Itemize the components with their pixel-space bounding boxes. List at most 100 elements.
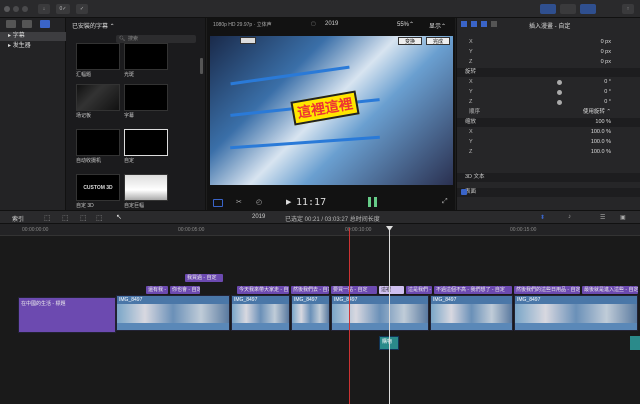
transform-button[interactable]: 变换 (398, 37, 422, 45)
minimize-window-button[interactable] (13, 6, 19, 12)
param-value[interactable]: 使用旋转 ⌃ (583, 108, 611, 117)
inspector-param-row[interactable]: Z 0 ° (457, 98, 640, 107)
library-icon[interactable] (6, 20, 16, 28)
title-thumb-6[interactable] (124, 129, 168, 156)
inspector-toggle-button[interactable] (580, 4, 596, 14)
inspector-param-row[interactable]: Y 0 px (457, 48, 640, 57)
photos-icon[interactable] (22, 20, 32, 28)
video-clip[interactable]: IMG_8497 (331, 295, 429, 331)
clip-appearance-icon[interactable]: ☰ (600, 214, 605, 221)
param-value[interactable]: 0 px (601, 38, 611, 47)
close-window-button[interactable] (4, 6, 10, 12)
param-value[interactable]: 0 ° (604, 88, 611, 97)
param-value[interactable]: 100.0 % (591, 138, 611, 147)
purple-title-clip[interactable]: 在中國的生活 - 標題 (18, 297, 116, 333)
inspector-param-row[interactable]: Z 0 px (457, 58, 640, 67)
browser-scrollbar[interactable] (200, 58, 203, 74)
effects-browser-icon[interactable]: ▣ (620, 214, 626, 221)
title-thumb-4[interactable] (124, 84, 168, 111)
zoom-dropdown[interactable]: 55%⌃ (397, 21, 414, 28)
title-clip-selected[interactable]: 這裡 (379, 286, 404, 294)
param-value[interactable]: 0 ° (604, 78, 611, 87)
playhead[interactable] (389, 228, 390, 404)
transform-tool-icon[interactable] (213, 199, 223, 207)
param-value[interactable]: 0 px (601, 58, 611, 67)
title-thumb-5[interactable] (76, 129, 120, 156)
info-inspector-icon[interactable] (491, 21, 497, 27)
video-clip[interactable]: IMG_8497 (514, 295, 638, 331)
video-clip[interactable]: IMG_8497 (291, 295, 330, 331)
video-clip[interactable]: IMG_8497 (116, 295, 230, 331)
clip-append-icon[interactable]: ⬚ (80, 214, 87, 222)
inspector-param-row[interactable]: Z 100.0 % (457, 148, 640, 157)
title-thumb-1[interactable] (76, 43, 120, 70)
title-clip[interactable]: 今天我來帶大家走 - 自定 (237, 286, 289, 294)
inspector-param-row[interactable]: X 0 ° (457, 78, 640, 87)
title-thumb-2[interactable] (124, 43, 168, 70)
caption-text[interactable]: 這裡這裡 (290, 90, 360, 126)
title-clip[interactable]: 要買一點 - 自定 (331, 286, 377, 294)
video-clip[interactable]: IMG_8497 (430, 295, 513, 331)
fullscreen-icon[interactable]: ⤢ (442, 198, 448, 206)
title-clip[interactable]: 不過這個不高 - 我們想了 - 自定 (434, 286, 512, 294)
param-value[interactable]: 100 % (595, 118, 611, 127)
keyword-button[interactable]: 0✓ (56, 4, 70, 14)
sidebar-item-generators[interactable]: ▸ 发生器 (0, 42, 66, 51)
onscreen-control[interactable] (240, 37, 256, 44)
title-clip[interactable]: 你也會 - 自定 (170, 286, 200, 294)
skimming-icon[interactable]: ⬍ (540, 214, 545, 221)
title-clip[interactable]: 我買過 - 自定 (185, 274, 223, 282)
section-3d-text[interactable]: 3D 文本 (457, 173, 640, 182)
done-button[interactable]: 完成 (426, 37, 450, 45)
inspector-param-row[interactable]: X 0 px (457, 38, 640, 47)
inspector-section-row[interactable]: 旋转 (457, 68, 640, 77)
index-button[interactable]: 索引 (12, 214, 24, 223)
video-inspector-icon[interactable] (481, 21, 487, 27)
param-value[interactable]: 0 px (601, 48, 611, 57)
title-clip[interactable]: 然後我們去 - 自定 (291, 286, 329, 294)
background-tasks-button[interactable]: ✓ (76, 4, 88, 14)
inspector-param-row[interactable]: Y 0 ° (457, 88, 640, 97)
speed-tool-icon[interactable]: ◴ (256, 198, 262, 206)
sidebar-item-titles[interactable]: ▸ 字幕 (0, 32, 66, 41)
clip-insert-icon[interactable]: ⬚ (62, 214, 69, 222)
param-value[interactable]: 100.0 % (591, 148, 611, 157)
inspector-param-row[interactable]: 顺序 使用旋转 ⌃ (457, 108, 640, 117)
inspector-param-row[interactable]: X 100.0 % (457, 128, 640, 137)
text-inspector-icon[interactable] (471, 21, 477, 27)
timeline-ruler[interactable]: 00:00:00:00 00:00:05:00 00:00:10:00 00:0… (0, 224, 640, 236)
title-thumb-8[interactable] (124, 174, 168, 201)
timeline-toggle-button[interactable] (560, 4, 576, 14)
browser-title[interactable]: 已安裝的字幕 ⌃ (72, 21, 115, 30)
inspector-param-row[interactable]: Y 100.0 % (457, 138, 640, 147)
connected-clip-edge[interactable] (630, 336, 640, 350)
title-clip[interactable]: 最後就是進入這些 - 自定 (582, 286, 638, 294)
zoom-window-button[interactable] (22, 6, 28, 12)
title-thumb-3[interactable] (76, 84, 120, 111)
section-face[interactable]: 表面 (457, 188, 640, 197)
timecode-display[interactable]: 11:17 (296, 197, 326, 208)
share-icon[interactable]: ↑ (622, 4, 634, 14)
play-button[interactable]: ▶ (286, 198, 291, 206)
video-clip[interactable]: IMG_8497 (231, 295, 290, 331)
param-value[interactable]: 0 ° (604, 98, 611, 107)
title-clip[interactable]: 然後我們的這些日用品 - 自定 (514, 286, 580, 294)
clip-connect-icon[interactable]: ⬚ (44, 214, 51, 222)
import-button[interactable]: ↓ (38, 4, 50, 14)
title-inspector-icon[interactable] (461, 21, 467, 27)
inspector-section-row[interactable]: 缩放 100 % (457, 118, 640, 127)
audio-skimming-icon[interactable]: ♪ (568, 214, 571, 220)
select-tool-icon[interactable]: ↖ (116, 213, 122, 221)
title-clip[interactable]: 這是我們 - 自定 (406, 286, 432, 294)
browser-toggle-button[interactable] (540, 4, 556, 14)
param-value[interactable]: 100.0 % (591, 128, 611, 137)
checkbox-icon[interactable] (461, 189, 467, 195)
titles-generators-icon[interactable] (40, 20, 50, 28)
video-frame[interactable]: 這裡這裡 变换 完成 (210, 36, 453, 185)
title-clip[interactable]: 還有我 - 自定 (146, 286, 168, 294)
rotation-knob-icon[interactable] (557, 80, 562, 85)
clip-overwrite-icon[interactable]: ⬚ (96, 214, 103, 222)
rotation-knob-icon[interactable] (557, 100, 562, 105)
title-thumb-7[interactable]: CUSTOM 3D (76, 174, 120, 201)
rotation-knob-icon[interactable] (557, 90, 562, 95)
